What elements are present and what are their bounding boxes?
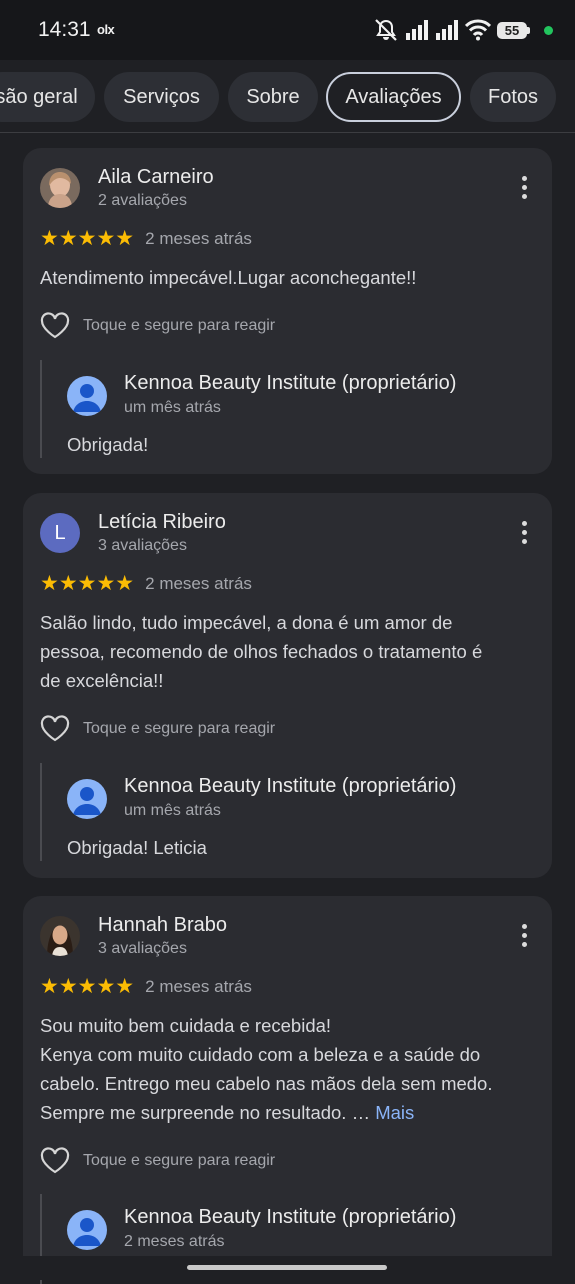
rating-row: ★★★★★ 2 meses atrás <box>40 226 252 251</box>
reviewer-review-count: 2 avaliações <box>98 192 187 209</box>
wifi-icon <box>465 19 491 41</box>
reviewer-review-count: 3 avaliações <box>98 940 187 957</box>
gesture-nav-handle[interactable] <box>187 1265 387 1270</box>
tab-sobre[interactable]: Sobre <box>228 72 318 122</box>
review-text-line: pessoa, recomendo de olhos fechados o tr… <box>40 641 483 662</box>
tab-visao-geral[interactable]: são geral <box>0 72 95 122</box>
star-rating: ★★★★★ <box>40 572 135 595</box>
review-text: Sou muito bem cuidada e recebida! Kenya … <box>40 1011 535 1127</box>
status-icons: 55 <box>373 16 553 44</box>
read-more-link[interactable]: Mais <box>375 1102 414 1123</box>
review-text: Atendimento impecável.Lugar aconchegante… <box>40 267 417 288</box>
review-card: Hannah Brabo 3 avaliações ★★★★★ 2 meses … <box>23 896 552 1284</box>
owner-reply-date: 2 meses atrás <box>124 1233 225 1250</box>
react-button[interactable]: Toque e segure para reagir <box>40 1147 275 1174</box>
star-rating: ★★★★★ <box>40 227 135 250</box>
review-text-line: cabelo. Entrego meu cabelo nas mãos dela… <box>40 1073 493 1094</box>
reviewer-name[interactable]: Hannah Brabo <box>98 914 227 937</box>
react-label: Toque e segure para reagir <box>83 316 276 334</box>
rating-row: ★★★★★ 2 meses atrás <box>40 571 252 596</box>
battery-icon: 55 <box>497 21 530 39</box>
owner-avatar[interactable] <box>67 376 107 416</box>
react-label: Toque e segure para reagir <box>83 719 276 737</box>
review-text: Salão lindo, tudo impecável, a dona é um… <box>40 608 535 695</box>
owner-name: Kennoa Beauty Institute (proprietário) <box>124 775 457 797</box>
more-options-icon[interactable] <box>522 176 528 202</box>
owner-reply-text: Obrigada! <box>67 434 149 455</box>
reviewer-review-count: 3 avaliações <box>98 537 187 554</box>
owner-reply-date: um mês atrás <box>124 399 221 416</box>
react-label: Toque e segure para reagir <box>83 1151 276 1169</box>
clock: 14:31 <box>38 18 91 41</box>
tab-bar: são geral Serviços Sobre Avaliações Foto… <box>0 60 575 133</box>
mute-icon <box>375 19 397 41</box>
reviewer-name[interactable]: Aila Carneiro <box>98 166 214 189</box>
owner-reply: Kennoa Beauty Institute (proprietário) u… <box>40 360 522 458</box>
review-date: 2 meses atrás <box>145 573 252 593</box>
tab-servicos[interactable]: Serviços <box>104 72 219 122</box>
avatar[interactable]: L <box>40 513 80 553</box>
review-text-line: Salão lindo, tudo impecável, a dona é um… <box>40 612 453 633</box>
rating-row: ★★★★★ 2 meses atrás <box>40 974 252 999</box>
signal-icon <box>436 20 458 40</box>
owner-reply-text: Obrigada! Leticia <box>67 837 207 858</box>
owner-name: Kennoa Beauty Institute (proprietário) <box>124 372 457 394</box>
review-date: 2 meses atrás <box>145 976 252 996</box>
owner-avatar[interactable] <box>67 779 107 819</box>
heart-icon <box>40 312 70 339</box>
review-text-line: Kenya com muito cuidado com a beleza e a… <box>40 1044 481 1065</box>
tab-fotos[interactable]: Fotos <box>470 72 556 122</box>
privacy-indicator-dot <box>544 25 553 35</box>
avatar[interactable] <box>40 916 80 956</box>
battery-level: 55 <box>497 21 527 39</box>
review-text-line: Sou muito bem cuidada e recebida! <box>40 1015 332 1036</box>
owner-name: Kennoa Beauty Institute (proprietário) <box>124 1206 457 1228</box>
review-date: 2 meses atrás <box>145 228 252 248</box>
olx-notification-icon: olx <box>97 22 115 37</box>
more-options-icon[interactable] <box>522 521 528 547</box>
signal-icon <box>406 20 428 40</box>
review-text-tail: Sempre me surpreende no resultado. … <box>40 1102 371 1123</box>
react-button[interactable]: Toque e segure para reagir <box>40 312 275 339</box>
owner-avatar[interactable] <box>67 1210 107 1250</box>
reviewer-name[interactable]: Letícia Ribeiro <box>98 511 226 534</box>
review-card: Aila Carneiro 2 avaliações ★★★★★ 2 meses… <box>23 148 552 474</box>
star-rating: ★★★★★ <box>40 975 135 998</box>
heart-icon <box>40 715 70 742</box>
react-button[interactable]: Toque e segure para reagir <box>40 715 275 742</box>
review-text-line: Sempre me surpreende no resultado. … Mai… <box>40 1098 535 1127</box>
owner-reply-date: um mês atrás <box>124 802 221 819</box>
review-card: L Letícia Ribeiro 3 avaliações ★★★★★ 2 m… <box>23 493 552 878</box>
review-text-line: de excelência!! <box>40 670 164 691</box>
more-options-icon[interactable] <box>522 924 528 950</box>
avatar[interactable] <box>40 168 80 208</box>
status-bar: 14:31 olx 55 <box>0 0 575 60</box>
owner-reply: Kennoa Beauty Institute (proprietário) u… <box>40 763 522 861</box>
tab-avaliacoes[interactable]: Avaliações <box>326 72 461 122</box>
heart-icon <box>40 1147 70 1174</box>
